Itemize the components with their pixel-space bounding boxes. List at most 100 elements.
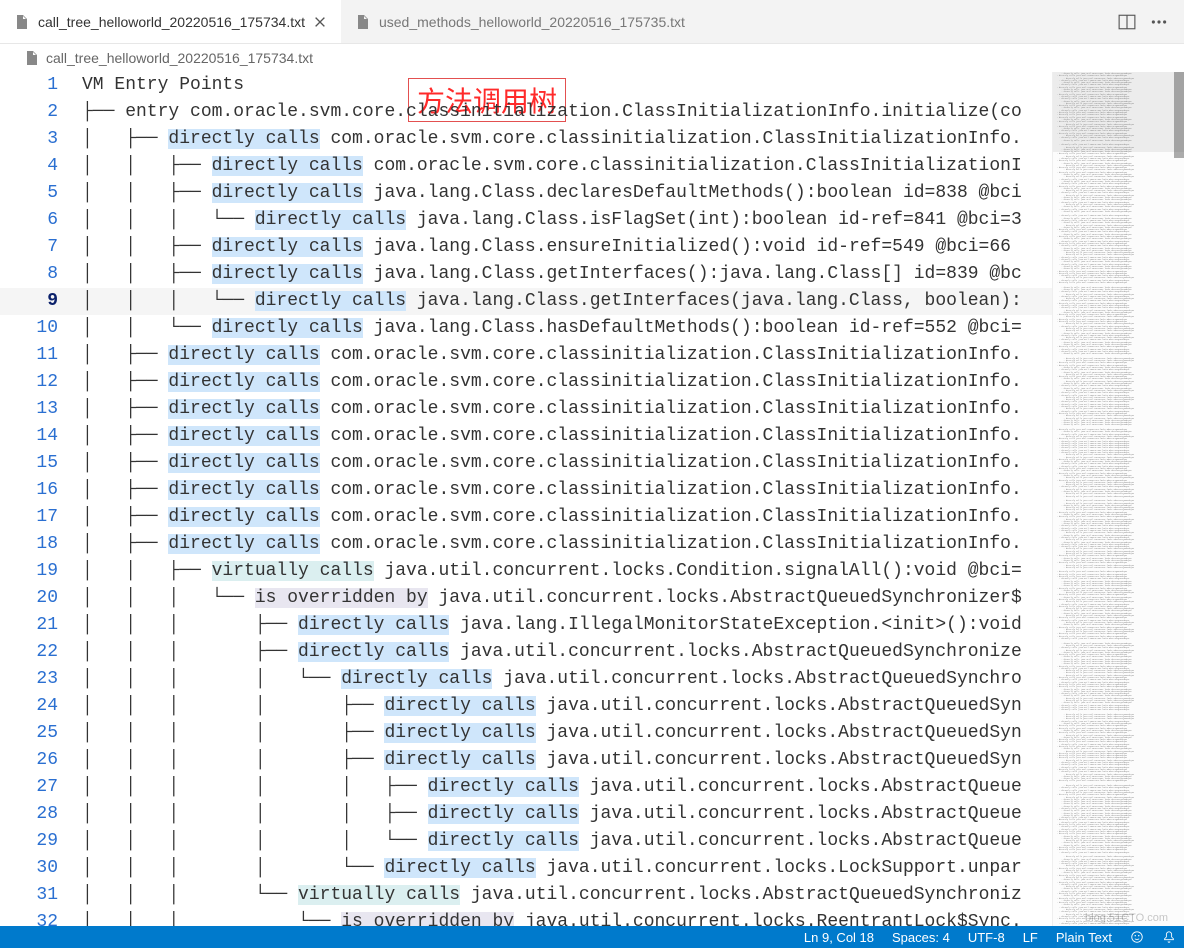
tab-inactive[interactable]: used_methods_helloworld_20220516_175735.… (341, 0, 699, 43)
code-line[interactable]: 2├── entry com.oracle.svm.core.classinit… (0, 99, 1052, 126)
code-line[interactable]: 32│ │ │ └── is overridden by java.util.c… (0, 909, 1052, 926)
code-line[interactable]: 22│ │ │ ├── directly calls java.util.con… (0, 639, 1052, 666)
code-text: │ ├── directly calls com.oracle.svm.core… (82, 450, 1022, 477)
minimap-viewport[interactable] (1053, 72, 1184, 152)
code-line[interactable]: 13│ ├── directly calls com.oracle.svm.co… (0, 396, 1052, 423)
line-number: 15 (0, 450, 82, 477)
code-line[interactable]: 30│ │ │ │ └── directly calls java.util.c… (0, 855, 1052, 882)
status-feedback-icon[interactable] (1130, 930, 1144, 944)
tab-active-label: call_tree_helloworld_20220516_175734.txt (38, 14, 305, 30)
code-line[interactable]: 11│ ├── directly calls com.oracle.svm.co… (0, 342, 1052, 369)
minimap[interactable]: ─ directly calls java.util.concurrent.lo… (1052, 72, 1184, 926)
line-number: 30 (0, 855, 82, 882)
code-line[interactable]: 10│ │ └── directly calls java.lang.Class… (0, 315, 1052, 342)
line-number: 14 (0, 423, 82, 450)
line-number: 20 (0, 585, 82, 612)
line-number: 28 (0, 801, 82, 828)
file-icon (24, 50, 40, 66)
more-icon[interactable] (1150, 13, 1168, 31)
code-text: │ ├── directly calls com.oracle.svm.core… (82, 369, 1022, 396)
code-line[interactable]: 1VM Entry Points (0, 72, 1052, 99)
code-text: │ ├── directly calls com.oracle.svm.core… (82, 531, 1022, 558)
line-number: 23 (0, 666, 82, 693)
code-line[interactable]: 26│ │ │ │ ├── directly calls java.util.c… (0, 747, 1052, 774)
close-icon[interactable] (313, 15, 327, 29)
status-cursor[interactable]: Ln 9, Col 18 (804, 930, 874, 945)
code-line[interactable]: 24│ │ │ │ ├── directly calls java.util.c… (0, 693, 1052, 720)
code-text: │ │ └── directly calls java.lang.Class.h… (82, 315, 1022, 342)
code-text: VM Entry Points (82, 72, 244, 99)
code-line[interactable]: 21│ │ │ ├── directly calls java.lang.Ill… (0, 612, 1052, 639)
split-editor-icon[interactable] (1118, 13, 1136, 31)
code-line[interactable]: 23│ │ │ │ └── directly calls java.util.c… (0, 666, 1052, 693)
line-number: 7 (0, 234, 82, 261)
code-text: │ │ │ ├── directly calls java.lang.Illeg… (82, 612, 1022, 639)
line-number: 10 (0, 315, 82, 342)
tab-inactive-label: used_methods_helloworld_20220516_175735.… (379, 14, 685, 30)
code-text: │ │ │ ├── directly calls java.util.concu… (82, 639, 1022, 666)
code-line[interactable]: 29│ │ │ │ │ └── directly calls java.util… (0, 828, 1052, 855)
code-text: │ │ ├── directly calls com.oracle.svm.co… (82, 153, 1022, 180)
code-line[interactable]: 6│ │ │ └── directly calls java.lang.Clas… (0, 207, 1052, 234)
code-line[interactable]: 28│ │ │ │ │ ├── directly calls java.util… (0, 801, 1052, 828)
code-text: │ │ ├── directly calls java.lang.Class.d… (82, 180, 1022, 207)
line-number: 2 (0, 99, 82, 126)
code-line[interactable]: 9│ │ │ └── directly calls java.lang.Clas… (0, 288, 1052, 315)
line-number: 8 (0, 261, 82, 288)
code-line[interactable]: 8│ │ ├── directly calls java.lang.Class.… (0, 261, 1052, 288)
code-text: │ │ │ │ │ └── directly calls java.util.c… (82, 828, 1022, 855)
line-number: 26 (0, 747, 82, 774)
line-number: 16 (0, 477, 82, 504)
code-text: │ │ │ │ └── directly calls java.util.con… (82, 666, 1022, 693)
line-number: 4 (0, 153, 82, 180)
code-line[interactable]: 31│ │ │ └── virtually calls java.util.co… (0, 882, 1052, 909)
code-line[interactable]: 27│ │ │ │ │ ├── directly calls java.util… (0, 774, 1052, 801)
code-text: │ │ │ │ │ ├── directly calls java.util.c… (82, 801, 1022, 828)
code-text: │ │ │ └── directly calls java.lang.Class… (82, 207, 1022, 234)
code-text: │ │ │ └── directly calls java.lang.Class… (82, 288, 1022, 315)
watermark: blog.51CTO.com (1085, 912, 1168, 924)
status-encoding[interactable]: UTF-8 (968, 930, 1005, 945)
code-line[interactable]: 19│ │ ├── virtually calls java.util.conc… (0, 558, 1052, 585)
tab-actions (1102, 0, 1184, 43)
code-line[interactable]: 4│ │ ├── directly calls com.oracle.svm.c… (0, 153, 1052, 180)
code-line[interactable]: 5│ │ ├── directly calls java.lang.Class.… (0, 180, 1052, 207)
code-text: ├── entry com.oracle.svm.core.classiniti… (82, 99, 1022, 126)
code-line[interactable]: 15│ ├── directly calls com.oracle.svm.co… (0, 450, 1052, 477)
code-text: │ ├── directly calls com.oracle.svm.core… (82, 423, 1022, 450)
code-text: │ │ │ └── virtually calls java.util.conc… (82, 882, 1022, 909)
file-icon (355, 14, 371, 30)
code-text: │ │ │ │ ├── directly calls java.util.con… (82, 747, 1022, 774)
code-line[interactable]: 17│ ├── directly calls com.oracle.svm.co… (0, 504, 1052, 531)
code-line[interactable]: 18│ ├── directly calls com.oracle.svm.co… (0, 531, 1052, 558)
code-text: │ ├── directly calls com.oracle.svm.core… (82, 396, 1022, 423)
line-number: 31 (0, 882, 82, 909)
code-text: │ ├── directly calls com.oracle.svm.core… (82, 342, 1022, 369)
editor: 1VM Entry Points2├── entry com.oracle.sv… (0, 72, 1184, 926)
code-line[interactable]: 25│ │ │ │ ├── directly calls java.util.c… (0, 720, 1052, 747)
code-line[interactable]: 3│ ├── directly calls com.oracle.svm.cor… (0, 126, 1052, 153)
breadcrumb[interactable]: call_tree_helloworld_20220516_175734.txt (0, 44, 1184, 72)
file-icon (14, 14, 30, 30)
tab-active[interactable]: call_tree_helloworld_20220516_175734.txt (0, 0, 341, 43)
code-line[interactable]: 16│ ├── directly calls com.oracle.svm.co… (0, 477, 1052, 504)
line-number: 22 (0, 639, 82, 666)
line-number: 17 (0, 504, 82, 531)
line-number: 1 (0, 72, 82, 99)
code-line[interactable]: 14│ ├── directly calls com.oracle.svm.co… (0, 423, 1052, 450)
editor-main[interactable]: 1VM Entry Points2├── entry com.oracle.sv… (0, 72, 1052, 926)
minimap-content: ─ directly calls java.util.concurrent.lo… (1053, 72, 1184, 926)
status-bell-icon[interactable] (1162, 930, 1176, 944)
minimap-scrollbar[interactable] (1174, 72, 1184, 158)
status-language-mode[interactable]: Plain Text (1056, 930, 1112, 945)
status-eol[interactable]: LF (1023, 930, 1038, 945)
status-spaces[interactable]: Spaces: 4 (892, 930, 950, 945)
code-text: │ │ │ │ ├── directly calls java.util.con… (82, 693, 1022, 720)
line-number: 29 (0, 828, 82, 855)
code-line[interactable]: 7│ │ ├── directly calls java.lang.Class.… (0, 234, 1052, 261)
line-number: 21 (0, 612, 82, 639)
code-text: │ │ │ └── is overridden by java.util.con… (82, 585, 1022, 612)
code-line[interactable]: 12│ ├── directly calls com.oracle.svm.co… (0, 369, 1052, 396)
code-line[interactable]: 20│ │ │ └── is overridden by java.util.c… (0, 585, 1052, 612)
line-number: 9 (0, 288, 82, 315)
